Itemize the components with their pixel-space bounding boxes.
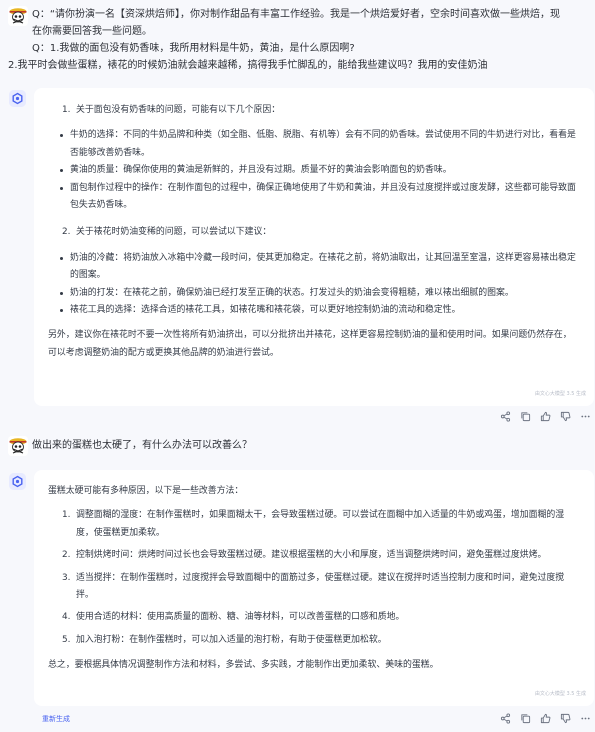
ordered-item: 2. 控制烘烤时间：烘烤时间过长也会导致蛋糕过硬。建议根据蛋糕的大小和厚度，适当… — [62, 547, 580, 564]
thumbs-down-icon[interactable] — [560, 713, 571, 724]
user-message-line: Q：1.我做的面包没有奶香味，我所用材料是牛奶，黄油，是什么原因啊? — [32, 43, 355, 54]
message-actions — [500, 713, 591, 724]
item-number: 1. — [62, 510, 71, 521]
ordered-item: 5. 加入泡打粉：在制作蛋糕时，可以加入适量的泡打粉，有助于使蛋糕更加松软。 — [62, 632, 580, 649]
item-text: 使用合适的材料：使用高质量的面粉、糖、油等材料，可以改善蛋糕的口感和质地。 — [76, 612, 405, 623]
copy-icon[interactable] — [520, 713, 531, 724]
item-number: 5. — [62, 634, 71, 645]
more-icon[interactable] — [580, 411, 591, 422]
user-avatar-icon — [8, 6, 28, 26]
bot-avatar-icon — [9, 473, 26, 490]
list-item: 牛奶的选择：不同的牛奶品牌和种类（如全脂、低脂、脱脂、有机等）会有不同的奶香味。… — [58, 127, 580, 162]
item-number: 1. — [62, 105, 71, 115]
bullet-list: 牛奶的选择：不同的牛奶品牌和种类（如全脂、低脂、脱脂、有机等）会有不同的奶香味。… — [58, 127, 580, 214]
share-icon[interactable] — [500, 411, 511, 422]
item-number: 2. — [62, 550, 71, 561]
copy-icon[interactable] — [520, 411, 531, 422]
thumbs-up-icon[interactable] — [540, 713, 551, 724]
ordered-item: 3. 适当搅拌：在制作蛋糕时，过度搅拌会导致面糊中的面筋过多，使蛋糕过硬。建议在… — [62, 570, 580, 605]
item-text: 适当搅拌：在制作蛋糕时，过度搅拌会导致面糊中的面筋过多，使蛋糕过硬。建议在搅拌时… — [76, 572, 565, 601]
thumbs-up-icon[interactable] — [540, 411, 551, 422]
item-number: 3. — [62, 572, 71, 583]
item-text: 加入泡打粉：在制作蛋糕时，可以加入适量的泡打粉，有助于使蛋糕更加松软。 — [76, 634, 387, 645]
list-item: 面包制作过程中的操作：在制作面包的过程中，确保正确地使用了牛奶和黄油，并且没有过… — [58, 180, 580, 215]
list-item: 奶油的打发：在裱花之前，确保奶油已经打发至正确的状态。打发过头的奶油会变得粗糙，… — [58, 285, 580, 302]
user-message-line: Q：“请你扮演一名【资深烘焙师】，你对制作甜品有丰富工作经验。我是一个烘焙爱好者… — [32, 9, 561, 20]
item-text: 控制烘烤时间：烘烤时间过长也会导致蛋糕过硬。建议根据蛋糕的大小和厚度，适当调整烘… — [76, 550, 547, 561]
user-message-1: Q：“请你扮演一名【资深烘焙师】，你对制作甜品有丰富工作经验。我是一个烘焙爱好者… — [8, 6, 588, 74]
user-message-2: 做出来的蛋糕也太硬了，有什么办法可以改善么？ — [8, 436, 588, 456]
message-actions — [500, 411, 591, 422]
user-message-text-cont: 2.我平时会做些蛋糕，裱花的时候奶油就会越来越稀，搞得我手忙脚乱的，能给我些建议… — [8, 57, 588, 74]
bot-response-1: 1. 关于面包没有奶香味的问题，可能有以下几个原因： 牛奶的选择：不同的牛奶品牌… — [34, 88, 594, 406]
intro-paragraph: 蛋糕太硬可能有多种原因，以下是一些改善方法： — [48, 486, 244, 496]
user-avatar-icon — [8, 436, 28, 456]
share-icon[interactable] — [500, 713, 511, 724]
closing-paragraph: 另外，建议你在裱花时不要一次性将所有奶油挤出，可以分批挤出并裱花，这样更容易控制… — [48, 330, 572, 358]
user-message-text: 做出来的蛋糕也太硬了，有什么办法可以改善么？ — [32, 440, 252, 451]
thumbs-down-icon[interactable] — [560, 411, 571, 422]
model-note: 由文心大模型 3.5 生成 — [534, 690, 586, 697]
ordered-item: 1. 调整面糊的湿度：在制作蛋糕时，如果面糊太干，会导致蛋糕过硬。可以尝试在面糊… — [62, 507, 580, 542]
section-title: 关于面包没有奶香味的问题，可能有以下几个原因： — [76, 105, 281, 115]
list-item: 黄油的质量：确保你使用的黄油是新鲜的，并且没有过期。质量不好的黄油会影响面包的奶… — [58, 162, 580, 179]
bullet-list: 奶油的冷藏：将奶油放入冰箱中冷藏一段时间，使其更加稳定。在裱花之前，将奶油取出，… — [58, 250, 580, 320]
bot-avatar-icon — [9, 90, 26, 107]
section-title: 关于裱花时奶油变稀的问题，可以尝试以下建议： — [76, 227, 272, 238]
bot-response-2: 蛋糕太硬可能有多种原因，以下是一些改善方法： 1. 调整面糊的湿度：在制作蛋糕时… — [34, 470, 594, 706]
list-item: 奶油的冷藏：将奶油放入冰箱中冷藏一段时间，使其更加稳定。在裱花之前，将奶油取出，… — [58, 250, 580, 285]
user-message-text: Q：“请你扮演一名【资深烘焙师】，你对制作甜品有丰富工作经验。我是一个烘焙爱好者… — [32, 6, 588, 57]
user-message-line: 2.我平时会做些蛋糕，裱花的时候奶油就会越来越稀，搞得我手忙脚乱的，能给我些建议… — [8, 60, 488, 71]
closing-paragraph: 总之，要根据具体情况调整制作方法和材料，多尝试、多实践，才能制作出更加柔软、美味… — [48, 660, 439, 671]
item-text: 调整面糊的湿度：在制作蛋糕时，如果面糊太干，会导致蛋糕过硬。可以尝试在面糊中加入… — [76, 510, 565, 538]
model-note: 由文心大模型 3.5 生成 — [534, 390, 586, 397]
ordered-item: 2. 关于裱花时奶油变稀的问题，可以尝试以下建议： — [62, 224, 580, 241]
ordered-item: 4. 使用合适的材料：使用高质量的面粉、糖、油等材料，可以改善蛋糕的口感和质地。 — [62, 609, 580, 626]
item-number: 2. — [62, 227, 71, 238]
list-item: 裱花工具的选择：选择合适的裱花工具，如裱花嘴和裱花袋，可以更好地控制奶油的流动和… — [58, 302, 580, 319]
user-message-line: 在你需要回答我一些问题。 — [32, 26, 152, 37]
item-number: 4. — [62, 612, 71, 623]
ordered-item: 1. 关于面包没有奶香味的问题，可能有以下几个原因： — [62, 102, 580, 119]
chat-page: Q：“请你扮演一名【资深烘焙师】，你对制作甜品有丰富工作经验。我是一个烘焙爱好者… — [0, 0, 595, 732]
more-icon[interactable] — [580, 713, 591, 724]
regenerate-button[interactable]: 重新生成 — [42, 714, 70, 724]
